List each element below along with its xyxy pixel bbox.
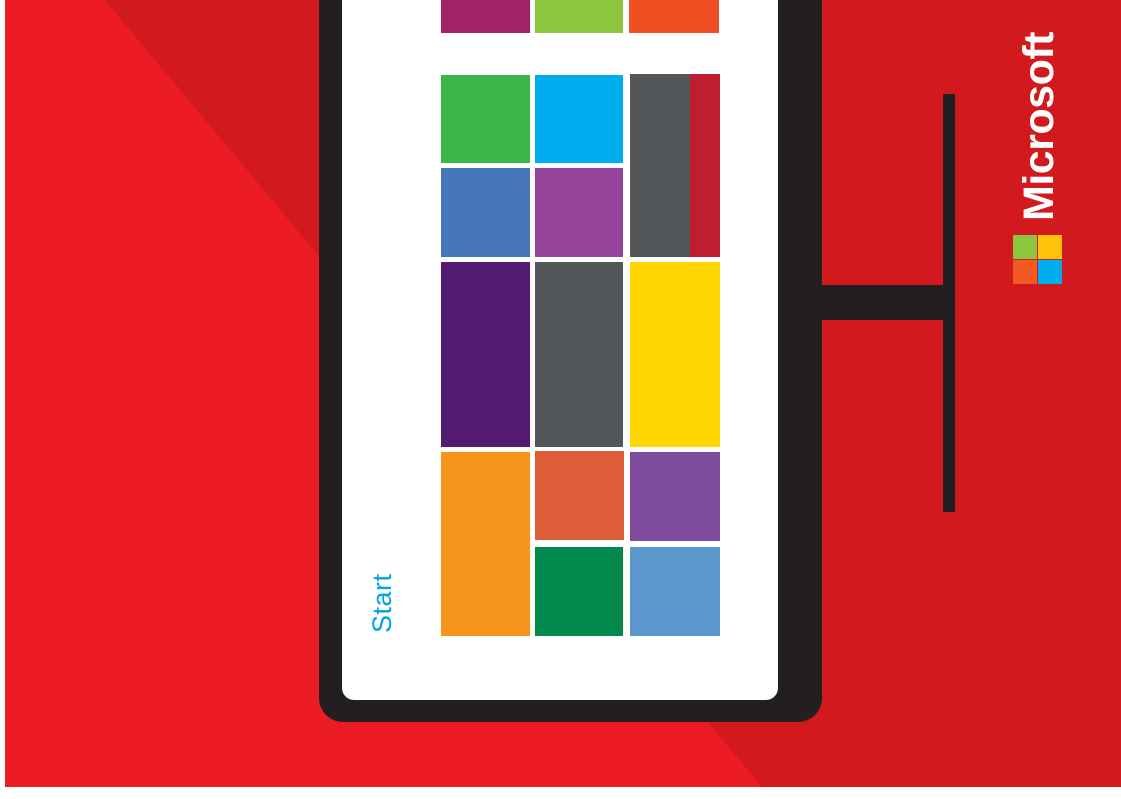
tile-burnt-orange[interactable] xyxy=(535,451,624,540)
tile-sky-blue[interactable] xyxy=(535,75,623,163)
logo-square-yellow xyxy=(1038,235,1062,259)
tile-green[interactable] xyxy=(441,75,530,163)
tile-purple[interactable] xyxy=(535,168,623,257)
tile-dark-gray-tall[interactable] xyxy=(630,74,690,257)
microsoft-wordmark: Microsoft xyxy=(1015,32,1063,221)
tile-light-blue[interactable] xyxy=(630,547,720,636)
device-stand-pole xyxy=(943,94,955,512)
tile-charcoal[interactable] xyxy=(535,262,623,447)
logo-square-green xyxy=(1013,235,1037,259)
tile-dark-green[interactable] xyxy=(535,547,623,636)
device-stand-arm xyxy=(820,285,944,320)
start-label: Start xyxy=(367,573,397,633)
tile-top-orange[interactable] xyxy=(629,0,719,33)
logo-square-orange xyxy=(1013,260,1037,284)
tile-top-lime[interactable] xyxy=(535,0,623,33)
tile-red-strip[interactable] xyxy=(690,74,720,257)
tile-deep-purple[interactable] xyxy=(441,262,530,447)
tile-steel-blue[interactable] xyxy=(441,168,530,257)
tile-top-magenta[interactable] xyxy=(441,0,530,33)
logo-square-blue xyxy=(1038,260,1062,284)
tile-yellow[interactable] xyxy=(630,262,720,447)
tile-violet[interactable] xyxy=(630,452,720,541)
tile-orange[interactable] xyxy=(441,452,530,636)
microsoft-logo-icon xyxy=(1013,235,1062,284)
poster: Start Microsoft xyxy=(0,0,1121,799)
